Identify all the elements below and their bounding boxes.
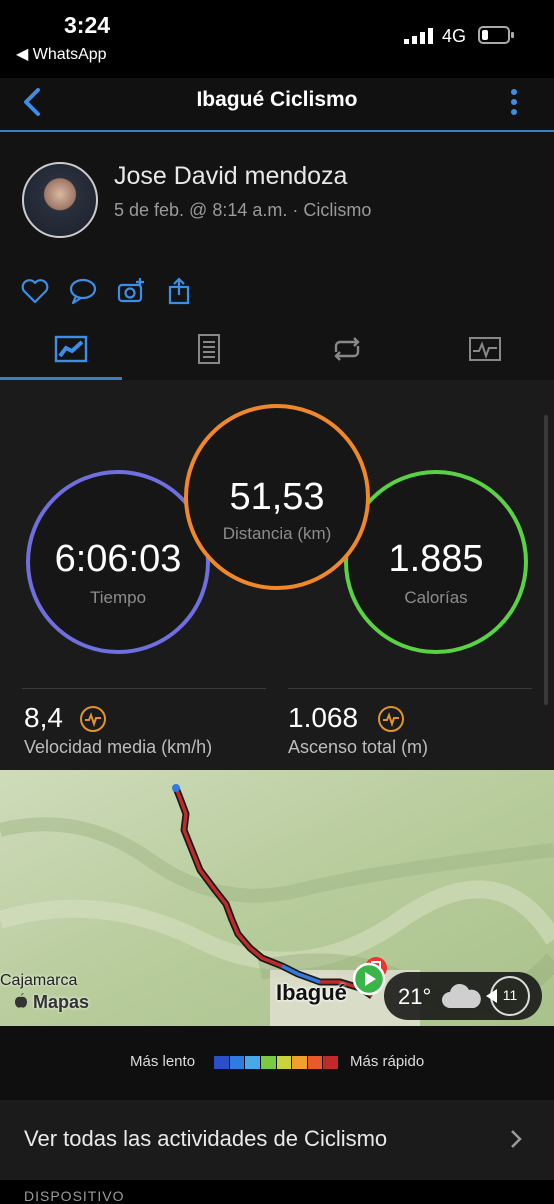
legend-fast-label: Más rápido (350, 1053, 425, 1070)
tab-laps[interactable] (276, 320, 414, 380)
add-photo-icon[interactable] (116, 276, 146, 306)
activity-meta: 5 de feb. @ 8:14 a.m. · Ciclismo (114, 200, 372, 220)
speed-color-segment (292, 1056, 307, 1069)
map-city-label: Ibagué (276, 980, 347, 1005)
all-activities-link[interactable]: Ver todas las actividades de Ciclismo (0, 1100, 554, 1180)
speed-color-segment (307, 1056, 323, 1069)
battery-icon (478, 26, 514, 44)
ascent-label: Ascenso total (m) (288, 737, 429, 757)
action-bar (0, 262, 554, 321)
status-bar: 3:24 ◀ WhatsApp 4G (0, 0, 554, 78)
overview-icon (54, 335, 88, 363)
device-section-header: DISPOSITIVO (24, 1188, 125, 1204)
chart-icon (469, 337, 501, 361)
all-activities-label: Ver todas las actividades de Ciclismo (24, 1126, 388, 1151)
time-value: 6:06:03 (54, 538, 182, 580)
start-marker-icon (352, 962, 386, 996)
avg-speed-label: Velocidad media (km/h) (24, 737, 213, 757)
distance-value: 51,53 (229, 476, 325, 518)
legend-slow-label: Más lento (130, 1053, 196, 1070)
avg-speed-value: 8,4 (24, 702, 63, 733)
time-label: Tiempo (89, 588, 147, 607)
speed-color-segment (214, 1056, 229, 1069)
distance-label: Distancia (km) (222, 524, 332, 543)
back-to-app-link[interactable]: ◀ WhatsApp (16, 44, 107, 64)
pulse-badge-icon (378, 706, 404, 732)
view-tabs (0, 320, 554, 380)
divider (288, 688, 532, 689)
avatar[interactable] (22, 162, 98, 238)
divider (22, 688, 266, 689)
speed-color-segment (276, 1056, 292, 1069)
speed-color-segment (323, 1056, 338, 1069)
speed-gradient (214, 1056, 339, 1069)
weather-badge[interactable]: 21° 11 (384, 972, 542, 1020)
time-ring: 6:06:03 Tiempo (26, 470, 210, 654)
speed-color-segment (245, 1056, 260, 1069)
cloud-icon (442, 983, 481, 1008)
pulse-badge-icon (80, 706, 106, 732)
chevron-right-icon (511, 1130, 522, 1148)
network-type: 4G (442, 26, 467, 46)
map-attribution: Mapas (14, 992, 89, 1013)
wind-indicator: 11 (486, 976, 530, 1016)
tab-charts[interactable] (414, 320, 552, 380)
calories-value: 1.885 (388, 538, 484, 580)
comment-icon[interactable] (68, 276, 98, 306)
calories-label: Calorías (404, 588, 468, 607)
calories-ring: 1.885 Calorías (344, 470, 528, 654)
more-options-icon[interactable] (506, 84, 522, 120)
tab-overview[interactable] (0, 320, 138, 380)
user-name[interactable]: Jose David mendoza (114, 162, 347, 191)
wind-speed: 11 (502, 987, 518, 1003)
apple-logo-icon (15, 993, 27, 1008)
signal-icon (404, 28, 433, 44)
weather-temp: 21° (398, 984, 432, 1009)
share-icon[interactable] (164, 276, 194, 306)
loop-icon (334, 337, 360, 361)
tab-details[interactable] (138, 320, 276, 380)
page-title: Ibagué Ciclismo (196, 88, 358, 111)
scrollbar[interactable] (544, 415, 548, 705)
map-attribution-label: Mapas (33, 992, 90, 1012)
speed-color-segment (260, 1056, 276, 1069)
speed-color-segment (229, 1056, 245, 1069)
route-map[interactable]: Ibagué Cajamarca Mapas 21° 11 (0, 770, 554, 1026)
activity-profile: Jose David mendoza 5 de feb. @ 8:14 a.m.… (0, 132, 554, 263)
app-header: Ibagué Ciclismo (0, 78, 554, 132)
distance-ring: 51,53 Distancia (km) (184, 404, 370, 590)
status-time: 3:24 (64, 12, 111, 38)
map-town-label: Cajamarca (0, 972, 78, 989)
heart-icon[interactable] (20, 276, 50, 306)
ascent-value: 1.068 (288, 702, 359, 733)
document-icon (198, 334, 220, 364)
